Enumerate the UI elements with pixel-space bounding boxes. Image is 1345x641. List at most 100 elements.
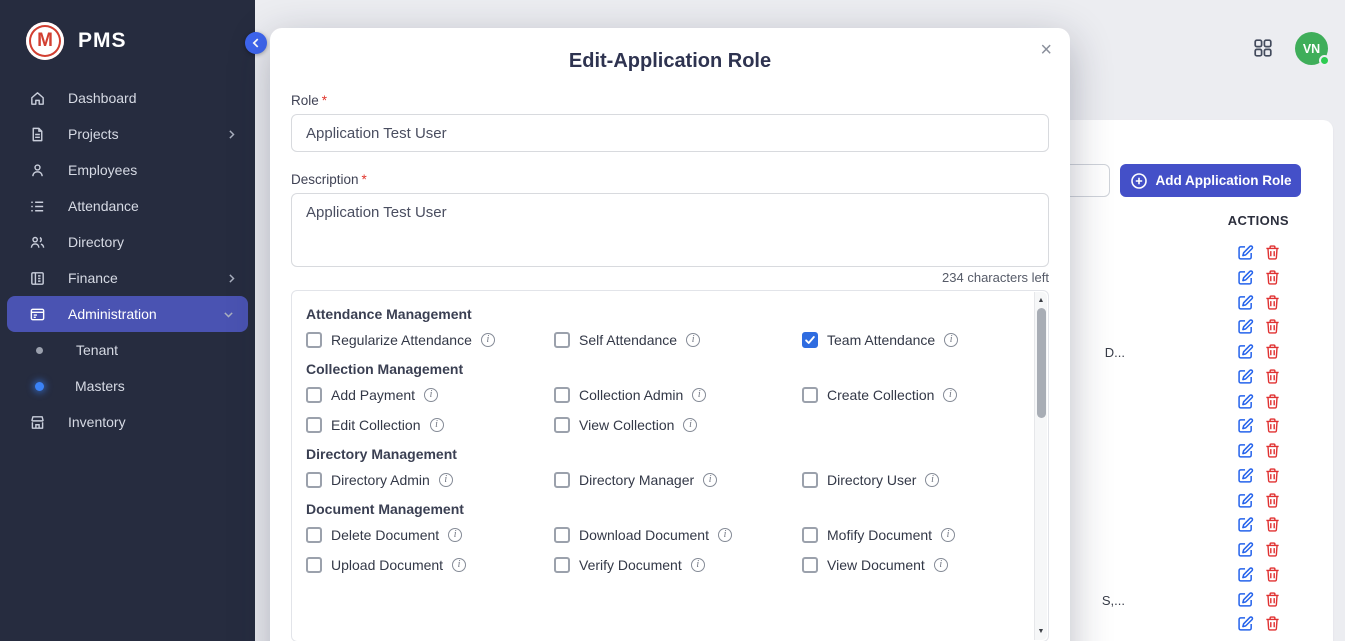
checkbox[interactable]	[306, 332, 322, 348]
sidebar-item-inventory[interactable]: Inventory	[0, 404, 255, 440]
permission-grid: Add PaymentiCollection AdminiCreate Coll…	[306, 387, 1018, 433]
edit-icon[interactable]	[1237, 467, 1254, 484]
edit-icon[interactable]	[1237, 269, 1254, 286]
edit-icon[interactable]	[1237, 615, 1254, 632]
edit-icon[interactable]	[1237, 294, 1254, 311]
checkbox[interactable]	[306, 417, 322, 433]
edit-icon[interactable]	[1237, 343, 1254, 360]
permission-upload-document[interactable]: Upload Documenti	[306, 557, 554, 573]
delete-icon[interactable]	[1264, 294, 1281, 311]
sidebar-item-directory[interactable]: Directory	[0, 224, 255, 260]
edit-icon[interactable]	[1237, 368, 1254, 385]
checkbox[interactable]	[554, 332, 570, 348]
sidebar-item-projects[interactable]: Projects	[0, 116, 255, 152]
checkbox[interactable]	[802, 472, 818, 488]
checkbox-checked[interactable]	[802, 332, 818, 348]
sidebar-item-administration[interactable]: Administration	[7, 296, 248, 332]
edit-icon[interactable]	[1237, 516, 1254, 533]
edit-icon[interactable]	[1237, 591, 1254, 608]
checkbox[interactable]	[554, 417, 570, 433]
delete-icon[interactable]	[1264, 591, 1281, 608]
checkbox[interactable]	[306, 557, 322, 573]
edit-icon[interactable]	[1237, 244, 1254, 261]
permission-self-attendance[interactable]: Self Attendancei	[554, 332, 802, 348]
edit-icon[interactable]	[1237, 417, 1254, 434]
delete-icon[interactable]	[1264, 343, 1281, 360]
permission-create-collection[interactable]: Create Collectioni	[802, 387, 1018, 403]
delete-icon[interactable]	[1264, 442, 1281, 459]
permission-directory-manager[interactable]: Directory Manageri	[554, 472, 802, 488]
add-application-role-button[interactable]: Add Application Role	[1120, 164, 1301, 197]
description-input[interactable]: Application Test User	[291, 193, 1049, 267]
delete-icon[interactable]	[1264, 318, 1281, 335]
edit-icon[interactable]	[1237, 492, 1254, 509]
checkbox[interactable]	[802, 527, 818, 543]
checkbox[interactable]	[306, 387, 322, 403]
scroll-thumb[interactable]	[1037, 308, 1046, 418]
permissions-container: Attendance ManagementRegularize Attendan…	[291, 290, 1049, 641]
delete-icon[interactable]	[1264, 615, 1281, 632]
permission-collection-admin[interactable]: Collection Admini	[554, 387, 802, 403]
app-viewport: Add Application Role ACTIONS D...S,... M…	[0, 0, 1345, 641]
close-icon[interactable]: ×	[1040, 40, 1052, 60]
delete-icon[interactable]	[1264, 516, 1281, 533]
sidebar-item-attendance[interactable]: Attendance	[0, 188, 255, 224]
permission-delete-document[interactable]: Delete Documenti	[306, 527, 554, 543]
checkbox[interactable]	[802, 557, 818, 573]
edit-icon[interactable]	[1237, 393, 1254, 410]
delete-icon[interactable]	[1264, 467, 1281, 484]
permission-verify-document[interactable]: Verify Documenti	[554, 557, 802, 573]
table-row	[1237, 442, 1281, 459]
checkbox[interactable]	[802, 387, 818, 403]
delete-icon[interactable]	[1264, 492, 1281, 509]
delete-icon[interactable]	[1264, 368, 1281, 385]
delete-icon[interactable]	[1264, 244, 1281, 261]
checkbox[interactable]	[554, 527, 570, 543]
delete-icon[interactable]	[1264, 269, 1281, 286]
delete-icon[interactable]	[1264, 541, 1281, 558]
sidebar-item-employees[interactable]: Employees	[0, 152, 255, 188]
permission-edit-collection[interactable]: Edit Collectioni	[306, 417, 554, 433]
checkbox[interactable]	[306, 527, 322, 543]
sidebar-item-dashboard[interactable]: Dashboard	[0, 80, 255, 116]
scroll-down-arrow[interactable]: ▼	[1035, 625, 1047, 638]
permission-add-payment[interactable]: Add Paymenti	[306, 387, 554, 403]
sidebar-collapse-button[interactable]	[245, 32, 267, 54]
sidebar-item-masters[interactable]: Masters	[0, 368, 255, 404]
edit-icon[interactable]	[1237, 318, 1254, 335]
permission-mofify-document[interactable]: Mofify Documenti	[802, 527, 1018, 543]
apps-grid-icon[interactable]	[1253, 38, 1273, 58]
delete-icon[interactable]	[1264, 393, 1281, 410]
info-icon: i	[452, 558, 466, 572]
scroll-up-arrow[interactable]: ▲	[1035, 294, 1047, 307]
permission-label: Directory Manager	[579, 472, 694, 488]
checkbox[interactable]	[554, 472, 570, 488]
permission-view-collection[interactable]: View Collectioni	[554, 417, 802, 433]
scrollbar[interactable]: ▲ ▼	[1034, 292, 1047, 640]
sidebar-item-tenant[interactable]: Tenant	[0, 332, 255, 368]
projects-icon	[28, 125, 46, 143]
inventory-icon	[28, 413, 46, 431]
permission-view-document[interactable]: View Documenti	[802, 557, 1018, 573]
permission-team-attendance[interactable]: Team Attendancei	[802, 332, 1018, 348]
avatar[interactable]: VN	[1295, 32, 1328, 65]
checkbox[interactable]	[554, 557, 570, 573]
edit-icon[interactable]	[1237, 566, 1254, 583]
permission-regularize-attendance[interactable]: Regularize Attendancei	[306, 332, 554, 348]
role-input[interactable]	[291, 114, 1049, 152]
permission-label: Add Payment	[331, 387, 415, 403]
online-status-dot	[1319, 55, 1330, 66]
edit-icon[interactable]	[1237, 442, 1254, 459]
edit-icon[interactable]	[1237, 541, 1254, 558]
permission-download-document[interactable]: Download Documenti	[554, 527, 802, 543]
plus-circle-icon	[1130, 172, 1148, 190]
sidebar-item-finance[interactable]: Finance	[0, 260, 255, 296]
permission-label: Directory User	[827, 472, 916, 488]
table-row	[1237, 467, 1281, 484]
checkbox[interactable]	[306, 472, 322, 488]
permission-directory-user[interactable]: Directory Useri	[802, 472, 1018, 488]
checkbox[interactable]	[554, 387, 570, 403]
permission-directory-admin[interactable]: Directory Admini	[306, 472, 554, 488]
delete-icon[interactable]	[1264, 566, 1281, 583]
delete-icon[interactable]	[1264, 417, 1281, 434]
